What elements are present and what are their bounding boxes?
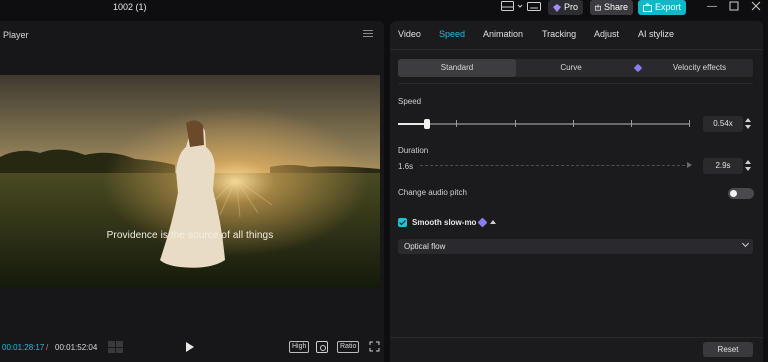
inspector-tabs: Video Speed Animation Tracking Adjust AI… — [390, 21, 763, 48]
video-preview[interactable]: Providence is the source of all things — [0, 75, 380, 288]
play-button[interactable] — [186, 342, 194, 352]
chevron-down-icon — [741, 239, 750, 248]
total-time: 00:01:52:04 — [55, 343, 98, 352]
inspector-panel: Video Speed Animation Tracking Adjust AI… — [390, 21, 763, 362]
chevron-down-icon[interactable] — [745, 125, 751, 129]
duration-original: 1.6s — [398, 162, 414, 171]
export-button[interactable]: Export — [638, 0, 686, 15]
focus-icon[interactable] — [316, 341, 328, 353]
time-separator: / — [46, 343, 49, 352]
arrow-right-icon — [687, 162, 692, 168]
close-icon[interactable] — [751, 1, 761, 15]
speed-slider-fill — [398, 123, 428, 125]
mode-divider — [398, 83, 753, 84]
speed-slider-thumb[interactable] — [424, 119, 431, 129]
pro-button[interactable]: Pro — [548, 0, 583, 15]
menu-icon[interactable] — [363, 28, 373, 38]
chevron-down-icon[interactable] — [745, 167, 751, 171]
mode-standard[interactable]: Standard — [398, 59, 516, 77]
project-title: 1002 (1) — [113, 2, 147, 12]
smooth-method-select[interactable]: Optical flow — [398, 239, 753, 254]
chevron-up-icon[interactable] — [745, 160, 751, 164]
playback-controls: 00:01:28:17 / 00:01:52:04 High Ratio — [0, 339, 384, 357]
app-window: 1002 (1) Pro Share Export — Player Provi… — [0, 0, 768, 362]
chevron-up-icon[interactable] — [745, 118, 751, 122]
chevron-down-icon[interactable] — [517, 1, 523, 13]
gem-icon — [477, 217, 488, 228]
tab-ai-stylize[interactable]: AI stylize — [638, 29, 674, 39]
smooth-slowmo-label: Smooth slow-mo — [412, 218, 477, 227]
speed-tick — [456, 120, 457, 127]
maximize-icon[interactable] — [729, 1, 739, 15]
title-bar: 1002 (1) Pro Share Export — — [0, 0, 768, 16]
tab-video[interactable]: Video — [398, 29, 421, 39]
duration-stepper[interactable] — [744, 158, 752, 174]
subtitle-text: Providence is the source of all things — [106, 230, 274, 241]
current-time: 00:01:28:17 — [2, 343, 45, 352]
speed-tick — [573, 120, 574, 127]
tab-animation[interactable]: Animation — [483, 29, 523, 39]
share-label: Share — [603, 2, 628, 12]
gem-icon — [553, 3, 561, 12]
collapse-icon[interactable] — [490, 220, 496, 224]
grid-icon[interactable] — [108, 341, 123, 353]
fullscreen-icon[interactable] — [369, 341, 380, 352]
tab-tracking[interactable]: Tracking — [542, 29, 576, 39]
layout-icon[interactable] — [501, 1, 514, 13]
tab-speed[interactable]: Speed — [439, 29, 465, 39]
speed-stepper[interactable] — [744, 116, 752, 132]
player-panel: Player Providence is the source of all t… — [0, 21, 384, 362]
mode-velocity-effects[interactable]: Velocity effects — [646, 59, 753, 77]
minimize-icon[interactable]: — — [707, 1, 717, 13]
smooth-method-value: Optical flow — [404, 242, 446, 251]
ratio-button[interactable]: Ratio — [337, 341, 360, 353]
share-icon — [595, 4, 601, 11]
speed-value-field[interactable]: 0.54x — [703, 116, 743, 132]
speed-tick — [689, 120, 690, 127]
gem-icon — [633, 63, 643, 73]
smooth-slowmo-checkbox[interactable] — [398, 218, 407, 227]
video-frame-image — [0, 75, 380, 288]
mode-curve[interactable]: Curve — [516, 59, 626, 77]
export-label: Export — [654, 2, 681, 12]
keyboard-icon[interactable] — [527, 1, 541, 13]
audio-pitch-toggle[interactable] — [728, 188, 754, 199]
tab-adjust[interactable]: Adjust — [594, 29, 619, 39]
speed-tick — [631, 120, 632, 127]
duration-value-field[interactable]: 2.9s — [703, 158, 743, 174]
audio-pitch-label: Change audio pitch — [398, 188, 467, 197]
footer-divider — [390, 337, 763, 338]
speed-label: Speed — [398, 97, 422, 106]
quality-button[interactable]: High — [289, 341, 310, 353]
tabs-divider — [390, 49, 763, 50]
player-title: Player — [3, 30, 29, 40]
speed-tick — [515, 120, 516, 127]
duration-line — [420, 165, 690, 166]
speed-mode-selector: Standard Curve Velocity effects — [398, 59, 753, 77]
speed-slider-track[interactable] — [398, 123, 690, 125]
pro-label: Pro — [563, 2, 578, 12]
reset-button[interactable]: Reset — [703, 342, 753, 357]
duration-label: Duration — [398, 146, 429, 155]
share-button[interactable]: Share — [590, 0, 633, 15]
export-icon — [643, 3, 652, 12]
